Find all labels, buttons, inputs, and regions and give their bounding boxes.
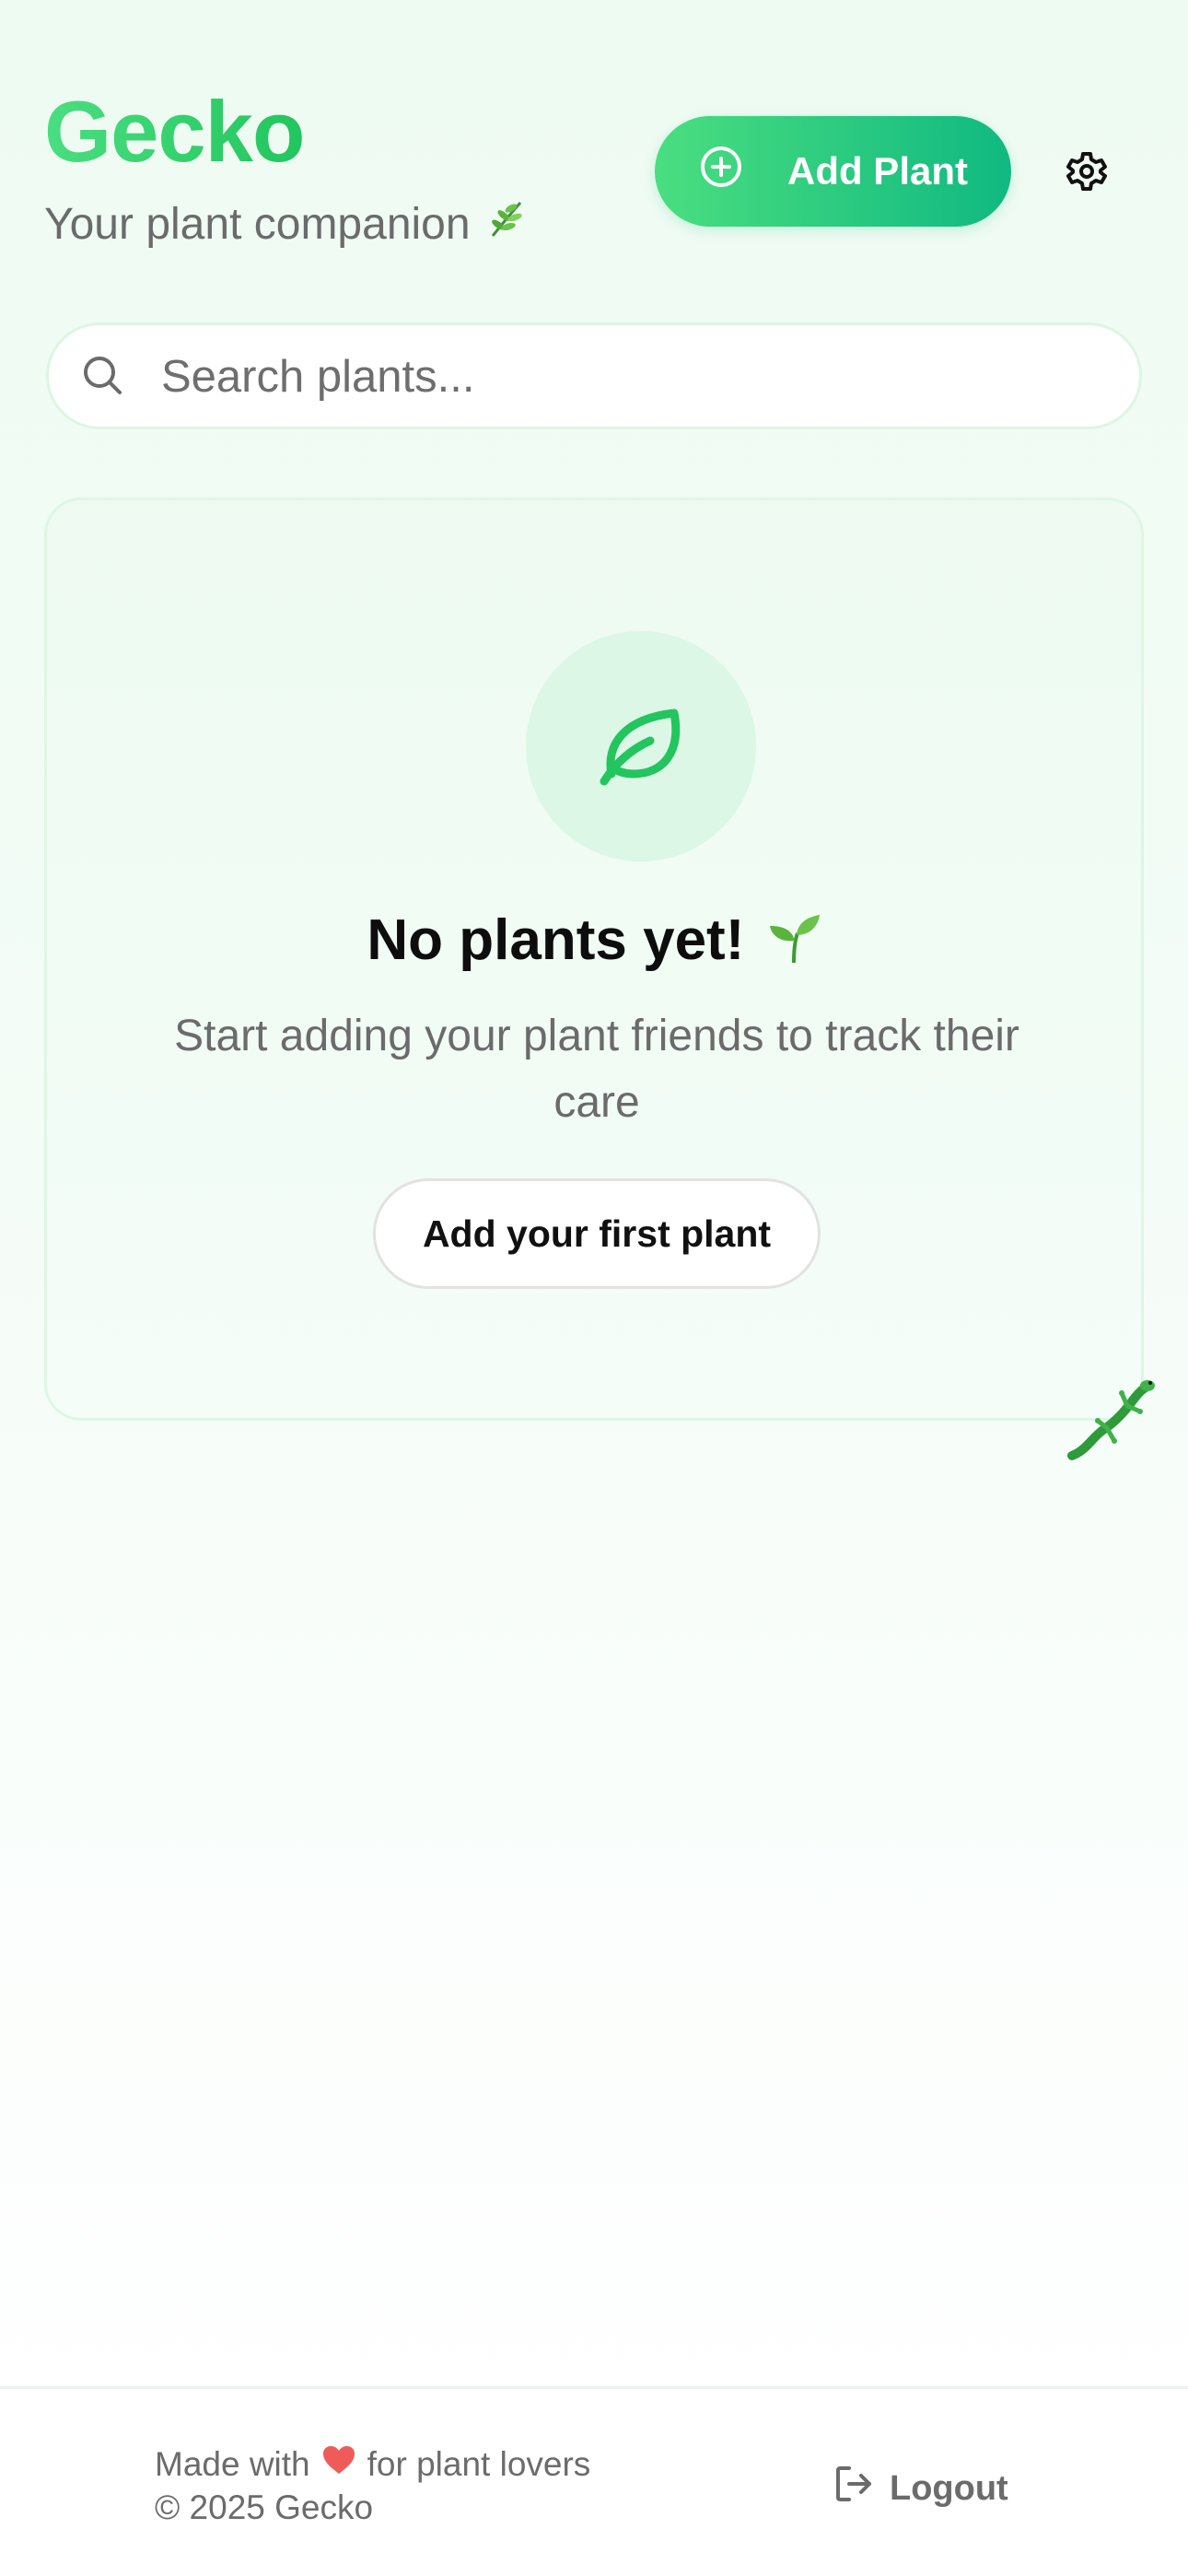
- gear-icon: [1065, 149, 1109, 198]
- add-plant-button[interactable]: Add Plant: [655, 116, 1011, 227]
- search-icon: [80, 353, 126, 399]
- app-subtitle-text: Your plant companion: [44, 199, 471, 249]
- seedling-icon: [766, 909, 821, 978]
- herb-icon: [483, 195, 530, 252]
- settings-button[interactable]: [1061, 147, 1112, 199]
- lizard-icon: [1066, 1373, 1155, 1461]
- empty-state-card: No plants yet! Start adding your plant f…: [44, 498, 1144, 1421]
- footer-made-with-prefix: Made with: [155, 2444, 310, 2483]
- add-plant-label: Add Plant: [787, 149, 968, 193]
- empty-state-title-text: No plants yet!: [367, 908, 745, 972]
- search-bar: [46, 322, 1142, 429]
- plus-circle-icon: [699, 145, 743, 198]
- footer: Made with for plant lovers © 2025 Gecko …: [0, 2386, 1188, 2576]
- heart-icon: [321, 2444, 356, 2484]
- logout-icon: [833, 2463, 875, 2514]
- logout-button[interactable]: Logout: [833, 2461, 1008, 2516]
- add-first-plant-button[interactable]: Add your first plant: [373, 1178, 821, 1289]
- leaf-icon: [586, 689, 696, 804]
- leaf-icon-container: [526, 631, 756, 861]
- search-input[interactable]: [159, 344, 1102, 410]
- logout-label: Logout: [890, 2468, 1008, 2508]
- empty-state-description: Start adding your plant friends to track…: [174, 1012, 1019, 1127]
- empty-state-title: No plants yet!: [47, 907, 1141, 978]
- footer-made-with: Made with for plant lovers: [155, 2444, 590, 2484]
- footer-copyright: © 2025 Gecko: [155, 2488, 374, 2526]
- footer-made-with-suffix: for plant lovers: [367, 2444, 591, 2483]
- app-subtitle: Your plant companion: [44, 195, 530, 252]
- app-title: Gecko: [44, 83, 305, 180]
